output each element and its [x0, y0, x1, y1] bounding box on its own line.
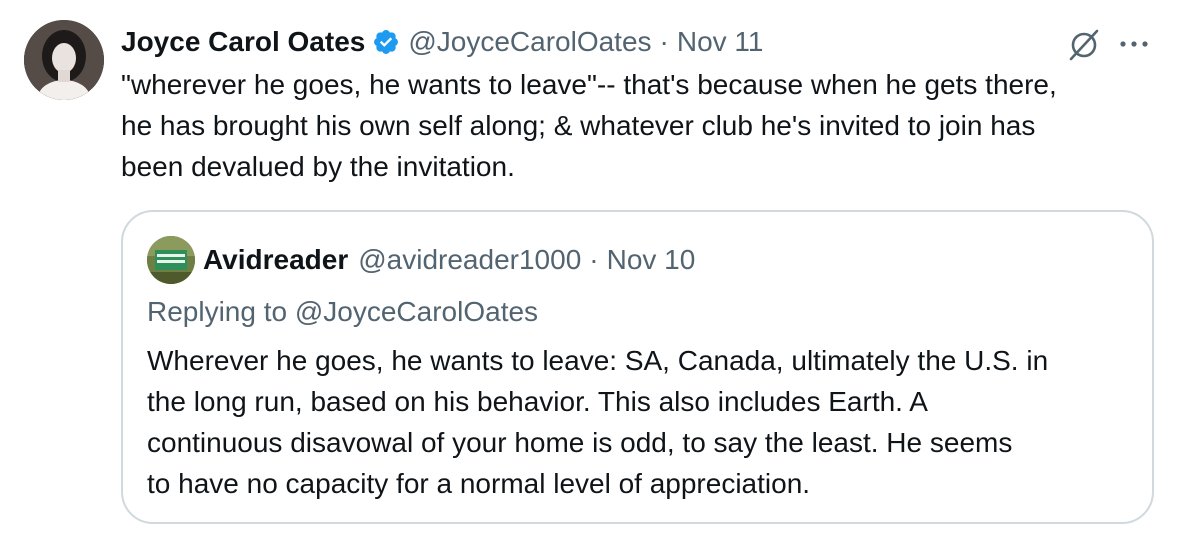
author-display-name[interactable]: Joyce Carol Oates [121, 26, 365, 58]
quoted-tweet[interactable]: Avidreader @avidreader1000 · Nov 10 Repl… [121, 210, 1154, 524]
quoted-tweet-header: Avidreader @avidreader1000 · Nov 10 [203, 240, 695, 280]
quoted-author-display-name[interactable]: Avidreader [203, 244, 348, 276]
tweet-text: "wherever he goes, he wants to leave"-- … [121, 69, 1057, 182]
quoted-author-avatar[interactable] [147, 236, 195, 284]
author-avatar[interactable] [24, 20, 104, 100]
verified-badge-icon [372, 28, 400, 56]
tweet-header: Joyce Carol Oates @JoyceCarolOates · Nov… [121, 22, 764, 62]
author-handle[interactable]: @JoyceCarolOates [408, 26, 651, 58]
tweet: Joyce Carol Oates @JoyceCarolOates · Nov… [0, 0, 1182, 542]
quoted-tweet-text: Wherever he goes, he wants to leave: SA,… [147, 345, 1049, 499]
header-separator: · [659, 26, 669, 57]
more-options-icon[interactable] [1114, 36, 1154, 52]
quoted-tweet-timestamp[interactable]: Nov 10 [607, 244, 696, 276]
replying-to-label: Replying to @JoyceCarolOates [147, 296, 539, 327]
quoted-header-separator: · [589, 244, 599, 275]
quoted-author-handle[interactable]: @avidreader1000 [358, 244, 581, 276]
grok-icon[interactable] [1066, 28, 1102, 62]
tweet-timestamp[interactable]: Nov 11 [677, 26, 764, 58]
